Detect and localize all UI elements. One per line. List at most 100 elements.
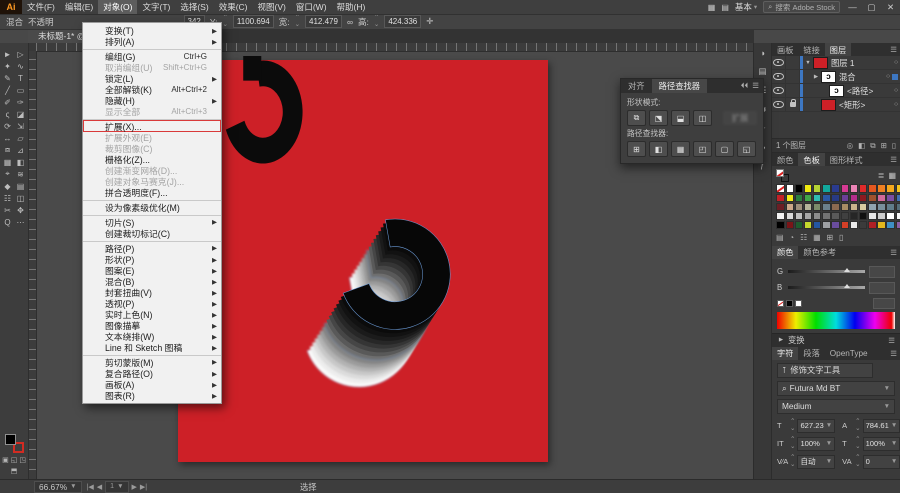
color-swatch[interactable] <box>776 221 785 230</box>
pathfinder-button[interactable]: ◧ <box>649 141 668 157</box>
color-swatch[interactable] <box>886 202 895 212</box>
close-button[interactable]: ✕ <box>884 2 897 13</box>
panel-tab[interactable]: 路径查找器 <box>651 79 708 93</box>
disclosure-caret[interactable]: ▼ <box>804 60 812 66</box>
layers-footer-icon[interactable]: ◧ <box>858 141 865 151</box>
color-swatch[interactable] <box>868 202 877 212</box>
tool-button[interactable]: ▱ <box>14 132 27 144</box>
visibility-toggle[interactable] <box>772 70 786 83</box>
color-swatch[interactable] <box>785 202 794 212</box>
tool-button[interactable]: ✐ <box>1 96 14 108</box>
width-field[interactable]: 412.479 <box>305 15 342 28</box>
field-stepper[interactable]: ⌃ ⌄ <box>790 437 795 450</box>
alpha-value-field[interactable] <box>873 297 895 309</box>
swatch-view-icon[interactable]: ▦ <box>888 171 896 180</box>
lock-toggle[interactable] <box>786 70 800 83</box>
color-swatch[interactable] <box>813 221 822 230</box>
menu-item[interactable]: 设为像素级优化(M) <box>83 200 221 213</box>
color-swatch[interactable] <box>831 221 840 230</box>
transform-panel-bar[interactable]: ▶ 变换 ☰ <box>772 332 900 347</box>
color-swatch[interactable] <box>849 211 859 221</box>
tool-button[interactable]: ► <box>1 48 14 60</box>
prev-artboard-icon[interactable]: ◀ <box>97 483 102 491</box>
color-swatch[interactable] <box>785 184 794 193</box>
y-stepper[interactable]: ⌃ ⌄ <box>222 14 227 28</box>
color-swatch[interactable] <box>813 184 822 193</box>
color-swatch[interactable] <box>868 193 877 202</box>
white-swatch[interactable] <box>795 299 802 307</box>
height-stepper[interactable]: ⌃ ⌄ <box>374 14 379 28</box>
color-swatch[interactable] <box>849 184 859 193</box>
tool-button[interactable]: ⇲ <box>14 120 27 132</box>
tool-button[interactable]: Q <box>1 216 14 228</box>
field-value[interactable]: 100% ▼ <box>797 436 836 451</box>
link-dimensions-icon[interactable]: ∞ <box>347 17 353 27</box>
color-swatch[interactable] <box>813 193 822 202</box>
layer-name[interactable]: 混合 <box>839 71 856 83</box>
tool-button[interactable]: ς <box>1 108 14 120</box>
maximize-button[interactable]: ▢ <box>865 2 878 13</box>
field-value[interactable]: 0 ▼ <box>862 454 900 469</box>
panel-tab[interactable]: 段落 <box>798 347 824 360</box>
color-swatch[interactable] <box>858 211 868 221</box>
minimize-button[interactable]: — <box>846 2 859 12</box>
layers-footer-icon[interactable]: ◎ <box>847 141 854 151</box>
menu-item[interactable]: 封套扭曲(V) ▶ <box>83 287 221 298</box>
stock-search-input[interactable]: ⌕ 搜索 Adobe Stock <box>763 1 840 13</box>
width-stepper[interactable]: ⌃ ⌄ <box>295 14 300 28</box>
collapsed-panel-icon[interactable]: ▤ <box>758 66 766 77</box>
panel-tab[interactable]: 字符 <box>772 346 799 360</box>
panel-header-icon[interactable]: ☰ <box>752 81 759 91</box>
layer-thumbnail[interactable] <box>821 98 836 111</box>
black-swatch[interactable] <box>786 299 793 307</box>
draw-normal-icon[interactable]: ▣ <box>2 456 9 464</box>
tool-button[interactable]: ◪ <box>14 108 27 120</box>
color-swatch[interactable] <box>840 211 849 221</box>
swatches-footer-icon[interactable]: ⊞ <box>826 233 833 242</box>
field-value[interactable]: 100% ▼ <box>862 436 900 451</box>
field-stepper[interactable]: ⌃ ⌄ <box>855 419 860 432</box>
pathfinder-button[interactable]: ⊞ <box>627 141 646 157</box>
pathfinder-button[interactable]: ◰ <box>693 141 712 157</box>
panel-tab[interactable]: 图形样式 <box>825 153 868 166</box>
color-swatch[interactable] <box>785 193 794 202</box>
tool-button[interactable]: ✥ <box>14 204 27 216</box>
lock-toggle[interactable] <box>786 84 800 97</box>
color-swatch[interactable] <box>886 211 895 221</box>
visibility-toggle[interactable] <box>772 98 786 111</box>
color-swatch[interactable] <box>877 211 886 221</box>
color-swatch[interactable] <box>840 184 849 193</box>
color-swatch[interactable] <box>877 202 886 212</box>
swatches-footer-icon[interactable]: ▦ <box>813 233 820 242</box>
panel-tab[interactable]: 图层 <box>824 43 852 56</box>
panel-menu-icon[interactable]: ☰ <box>890 43 900 56</box>
field-value[interactable]: 784.61 ▼ <box>862 418 900 433</box>
menubar-menu[interactable]: 选择(S) <box>175 0 213 14</box>
lock-toggle[interactable] <box>786 56 800 69</box>
menu-item[interactable]: 路径(P) ▶ <box>83 241 221 254</box>
menu-item[interactable]: 扩展(X)... <box>83 119 221 132</box>
menu-item[interactable]: 混合(B) ▶ <box>83 276 221 287</box>
panel-tab[interactable]: 颜色 <box>772 245 799 259</box>
layer-row[interactable]: ▶ 混合 ○ <box>772 70 900 84</box>
panel-menu-icon[interactable]: ☰ <box>890 153 900 166</box>
color-swatch[interactable] <box>794 193 804 202</box>
tool-button[interactable]: ⟳ <box>1 120 14 132</box>
layer-row[interactable]: <路径> ○ <box>772 84 900 98</box>
color-swatch[interactable] <box>877 221 886 230</box>
layer-thumbnail[interactable] <box>829 84 844 97</box>
layer-row[interactable]: <矩形> ○ <box>772 98 900 112</box>
panel-header-icon[interactable]: ⏴⏴ <box>741 81 749 91</box>
tool-button[interactable]: ▷ <box>14 48 27 60</box>
target-circle[interactable]: ○ <box>894 59 898 66</box>
color-swatch[interactable] <box>822 211 831 221</box>
color-swatch[interactable] <box>803 211 813 221</box>
color-swatch[interactable] <box>813 202 822 212</box>
panel-tab[interactable]: OpenType <box>825 347 873 360</box>
screen-mode-button[interactable]: ⬒ <box>11 467 18 475</box>
color-swatch[interactable] <box>776 184 785 193</box>
panel-tab[interactable]: 链接 <box>798 43 824 56</box>
tool-button[interactable]: ✂ <box>1 204 14 216</box>
menubar-menu[interactable]: 编辑(E) <box>60 0 98 14</box>
menubar-menu[interactable]: 文字(T) <box>137 0 175 14</box>
